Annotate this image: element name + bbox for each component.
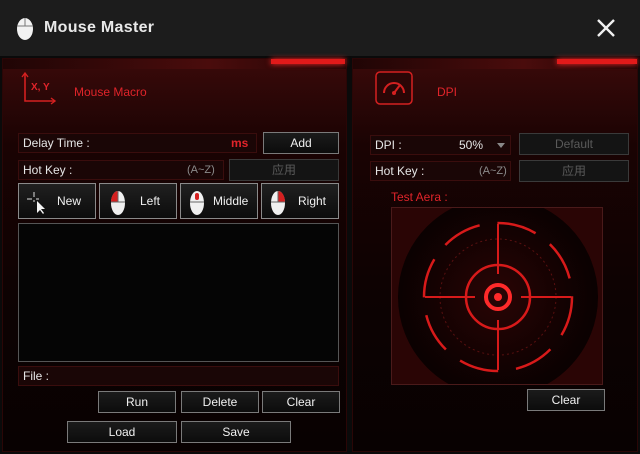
new-button-label: New bbox=[57, 194, 82, 208]
cursor-icon bbox=[27, 192, 45, 214]
macro-clear-button[interactable]: Clear bbox=[262, 391, 340, 413]
macro-hotkey-hint: (A~Z) bbox=[187, 164, 215, 176]
dpi-clear-button[interactable]: Clear bbox=[527, 389, 605, 411]
dpi-hotkey-hint: (A~Z) bbox=[479, 165, 507, 177]
delay-time-field[interactable]: Delay Time : ms bbox=[18, 133, 257, 153]
delay-time-label: Delay Time : bbox=[23, 136, 90, 150]
macro-list[interactable] bbox=[18, 223, 339, 362]
mouse-left-icon bbox=[111, 191, 125, 215]
mouse-right-icon bbox=[271, 191, 285, 215]
macro-hotkey-field[interactable]: Hot Key : (A~Z) bbox=[18, 160, 224, 180]
file-field[interactable]: File : bbox=[18, 366, 339, 386]
macro-apply-button[interactable]: 应用 bbox=[229, 159, 339, 181]
left-button-label: Left bbox=[140, 194, 161, 208]
run-button[interactable]: Run bbox=[98, 391, 176, 413]
file-label: File : bbox=[23, 369, 50, 383]
macro-hotkey-label: Hot Key : bbox=[23, 163, 73, 177]
dpi-value: 50% bbox=[459, 138, 484, 152]
speedometer-icon bbox=[375, 71, 413, 105]
dpi-accent-bar bbox=[557, 59, 637, 64]
dpi-panel: DPI DPI : 50% Default Hot Key : (A~Z) 应用… bbox=[352, 58, 638, 452]
delay-unit: ms bbox=[231, 136, 249, 150]
test-area-label: Test Aera : bbox=[391, 190, 448, 204]
dpi-hotkey-field[interactable]: Hot Key : (A~Z) bbox=[370, 161, 511, 181]
macro-heading: Mouse Macro bbox=[74, 85, 147, 99]
app-title: Mouse Master bbox=[44, 19, 155, 36]
mouse-icon bbox=[17, 18, 33, 40]
mouse-middle-icon bbox=[190, 191, 204, 215]
right-button-label: Right bbox=[298, 194, 327, 208]
dpi-heading: DPI bbox=[437, 85, 458, 99]
middle-button-label: Middle bbox=[213, 194, 249, 208]
mouse-macro-panel: X, Y Mouse Macro Delay Time : ms Add Hot… bbox=[2, 58, 347, 452]
chevron-down-icon bbox=[497, 143, 505, 148]
axis-label: X, Y bbox=[31, 82, 50, 93]
accent-bar bbox=[271, 59, 345, 64]
add-button[interactable]: Add bbox=[263, 132, 339, 154]
dpi-hotkey-label: Hot Key : bbox=[375, 164, 425, 178]
close-icon[interactable] bbox=[592, 14, 620, 42]
test-area[interactable] bbox=[391, 207, 603, 385]
delete-button[interactable]: Delete bbox=[181, 391, 259, 413]
crosshair-icon bbox=[392, 208, 602, 384]
dpi-select[interactable]: DPI : 50% bbox=[370, 135, 511, 155]
default-button[interactable]: Default bbox=[519, 133, 629, 155]
dpi-label: DPI : bbox=[375, 138, 402, 152]
load-button[interactable]: Load bbox=[67, 421, 177, 443]
middle-click-button[interactable]: Middle bbox=[180, 183, 258, 219]
left-click-button[interactable]: Left bbox=[99, 183, 177, 219]
right-click-button[interactable]: Right bbox=[261, 183, 339, 219]
new-button[interactable]: New bbox=[18, 183, 96, 219]
save-button[interactable]: Save bbox=[181, 421, 291, 443]
title-bar: Mouse Master bbox=[0, 0, 640, 56]
dpi-apply-button[interactable]: 应用 bbox=[519, 160, 629, 182]
